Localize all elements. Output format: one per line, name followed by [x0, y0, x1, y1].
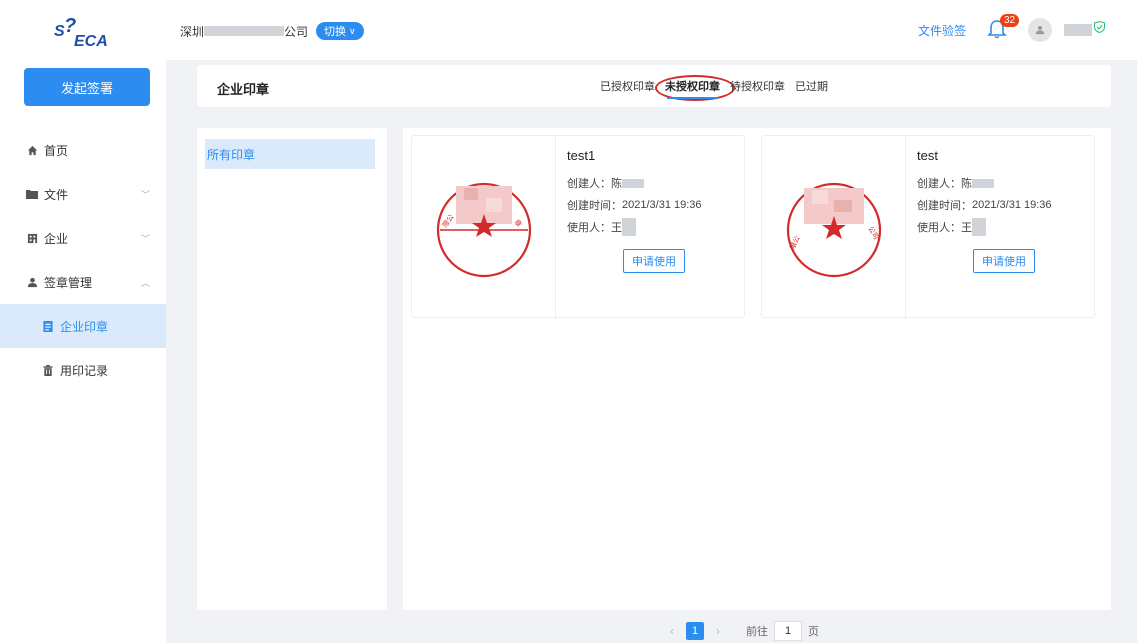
page-jump: 前往 页	[746, 621, 819, 641]
company-name: 深圳 公司 切换 ∨	[180, 22, 364, 40]
seal-card: 限公 章 test1 创建人： 陈 创建时间： 2021/3/31 19:36 …	[411, 135, 745, 319]
sheca-logo[interactable]: S ? ECA	[52, 14, 122, 50]
chevron-up-icon: ︿	[140, 277, 150, 288]
svg-text:ECA: ECA	[74, 33, 108, 50]
pagination: ‹ 1 › 前往 页	[670, 621, 819, 641]
svg-text:限公: 限公	[788, 234, 802, 250]
user-field: 使用人： 王	[917, 218, 1052, 236]
sidebar-item-label: 文件	[44, 187, 69, 202]
switch-label: 切换	[324, 26, 347, 38]
creator-field: 创建人： 陈	[567, 177, 702, 190]
page-title: 企业印章	[217, 82, 270, 97]
sidebar-nav: 首页 文件 ﹀ 企业 ﹀ 签章管理 ︿ 企业印章 用印记录	[0, 128, 166, 392]
sidebar-item-seal-records[interactable]: 用印记录	[0, 348, 166, 392]
creator-label: 创建人：	[917, 178, 961, 190]
trash-icon	[42, 364, 54, 376]
switch-company-button[interactable]: 切换 ∨	[316, 22, 364, 40]
highlight-circle	[655, 75, 735, 101]
chevron-right-icon[interactable]: ›	[716, 624, 720, 638]
seal-info: test1 创建人： 陈 创建时间： 2021/3/31 19:36 使用人： …	[567, 148, 702, 243]
company-prefix: 深圳	[180, 24, 205, 39]
avatar[interactable]	[1028, 18, 1052, 42]
notification-badge: 32	[1000, 14, 1020, 27]
created-time: 2021/3/31 19:36	[622, 199, 702, 211]
sidebar-item-label: 签章管理	[44, 275, 93, 290]
user-icon	[26, 276, 38, 288]
sidebar-item-home[interactable]: 首页	[0, 128, 166, 172]
masked-text	[622, 218, 636, 236]
apply-use-button[interactable]: 申请使用	[623, 249, 685, 273]
start-sign-button[interactable]: 发起签署	[24, 68, 150, 106]
created-time-field: 创建时间： 2021/3/31 19:36	[567, 199, 702, 212]
page-header: 企业印章 已授权印章 未授权印章 待授权印章 已过期	[197, 65, 1111, 107]
category-all-seals[interactable]: 所有印章	[205, 139, 375, 169]
document-icon	[42, 320, 54, 332]
sidebar-item-seal-management[interactable]: 签章管理 ︿	[0, 260, 166, 304]
logo-mark: S ? ECA	[54, 15, 108, 50]
created-time-field: 创建时间： 2021/3/31 19:36	[917, 199, 1052, 212]
sidebar: S ? ECA 发起签署 首页 文件 ﹀ 企业 ﹀ 签章管理 ︿ 企业印章 用印…	[0, 0, 166, 643]
goto-label: 前往	[746, 626, 768, 638]
page-jump-input[interactable]	[774, 621, 802, 641]
creator-value: 陈	[611, 178, 622, 190]
document-verify-link[interactable]: 文件验签	[918, 22, 966, 39]
chevron-down-icon: ∨	[349, 25, 356, 36]
masked-text	[972, 218, 986, 236]
folder-icon	[26, 188, 38, 200]
sidebar-item-enterprise-seals[interactable]: 企业印章	[0, 304, 166, 348]
user-label: 使用人：	[567, 222, 611, 234]
verified-shield-icon	[1094, 20, 1105, 36]
company-suffix: 公司	[284, 24, 309, 39]
tab-unauthorized[interactable]: 未授权印章	[655, 65, 735, 107]
building-icon	[26, 232, 38, 244]
sidebar-item-label: 企业	[44, 231, 69, 246]
user-value: 王	[611, 222, 622, 234]
card-divider	[905, 136, 906, 319]
tab-expired[interactable]: 已过期	[795, 65, 828, 107]
chevron-left-icon[interactable]: ‹	[670, 624, 674, 638]
seal-card: 限公 公司 test 创建人： 陈 创建时间： 2021/3/31 19:36 …	[761, 135, 1095, 319]
sidebar-item-label: 首页	[44, 143, 69, 158]
seal-name: test	[917, 148, 938, 163]
creator-value: 陈	[961, 178, 972, 190]
user-field: 使用人： 王	[567, 218, 702, 236]
apply-use-button[interactable]: 申请使用	[973, 249, 1035, 273]
page-number-current[interactable]: 1	[686, 622, 704, 640]
user-label: 使用人：	[917, 222, 961, 234]
masked-text	[204, 26, 285, 36]
masked-user-name[interactable]	[1064, 24, 1092, 36]
category-panel: 所有印章	[197, 128, 387, 610]
created-time: 2021/3/31 19:36	[972, 199, 1052, 211]
seal-image: 限公 公司	[786, 182, 882, 278]
page-unit-label: 页	[808, 626, 819, 638]
svg-text:章: 章	[512, 218, 523, 229]
created-label: 创建时间：	[567, 200, 622, 212]
sidebar-item-label: 用印记录	[60, 363, 109, 378]
seal-name: test1	[567, 148, 596, 163]
sidebar-item-label: 企业印章	[60, 319, 109, 334]
chevron-down-icon: ﹀	[140, 189, 150, 200]
tab-authorized[interactable]: 已授权印章	[600, 65, 655, 107]
user-value: 王	[961, 222, 972, 234]
masked-text	[622, 178, 644, 188]
masked-text	[972, 178, 994, 188]
creator-label: 创建人：	[567, 178, 611, 190]
sidebar-item-enterprise[interactable]: 企业 ﹀	[0, 216, 166, 260]
home-icon	[26, 144, 38, 156]
seal-image: 限公 章	[436, 182, 532, 278]
top-bar: 深圳 公司 切换 ∨ 文件验签 32	[166, 0, 1137, 60]
creator-field: 创建人： 陈	[917, 177, 1052, 190]
seal-list: 限公 章 test1 创建人： 陈 创建时间： 2021/3/31 19:36 …	[403, 128, 1111, 610]
created-label: 创建时间：	[917, 200, 972, 212]
tab-bar: 已授权印章 未授权印章 待授权印章 已过期	[600, 65, 838, 107]
seal-info: test 创建人： 陈 创建时间： 2021/3/31 19:36 使用人： 王	[917, 148, 1052, 243]
sidebar-item-files[interactable]: 文件 ﹀	[0, 172, 166, 216]
tab-pending[interactable]: 待授权印章	[730, 65, 785, 107]
chevron-down-icon: ﹀	[140, 233, 150, 244]
card-divider	[555, 136, 556, 319]
svg-text:限公: 限公	[440, 213, 455, 230]
